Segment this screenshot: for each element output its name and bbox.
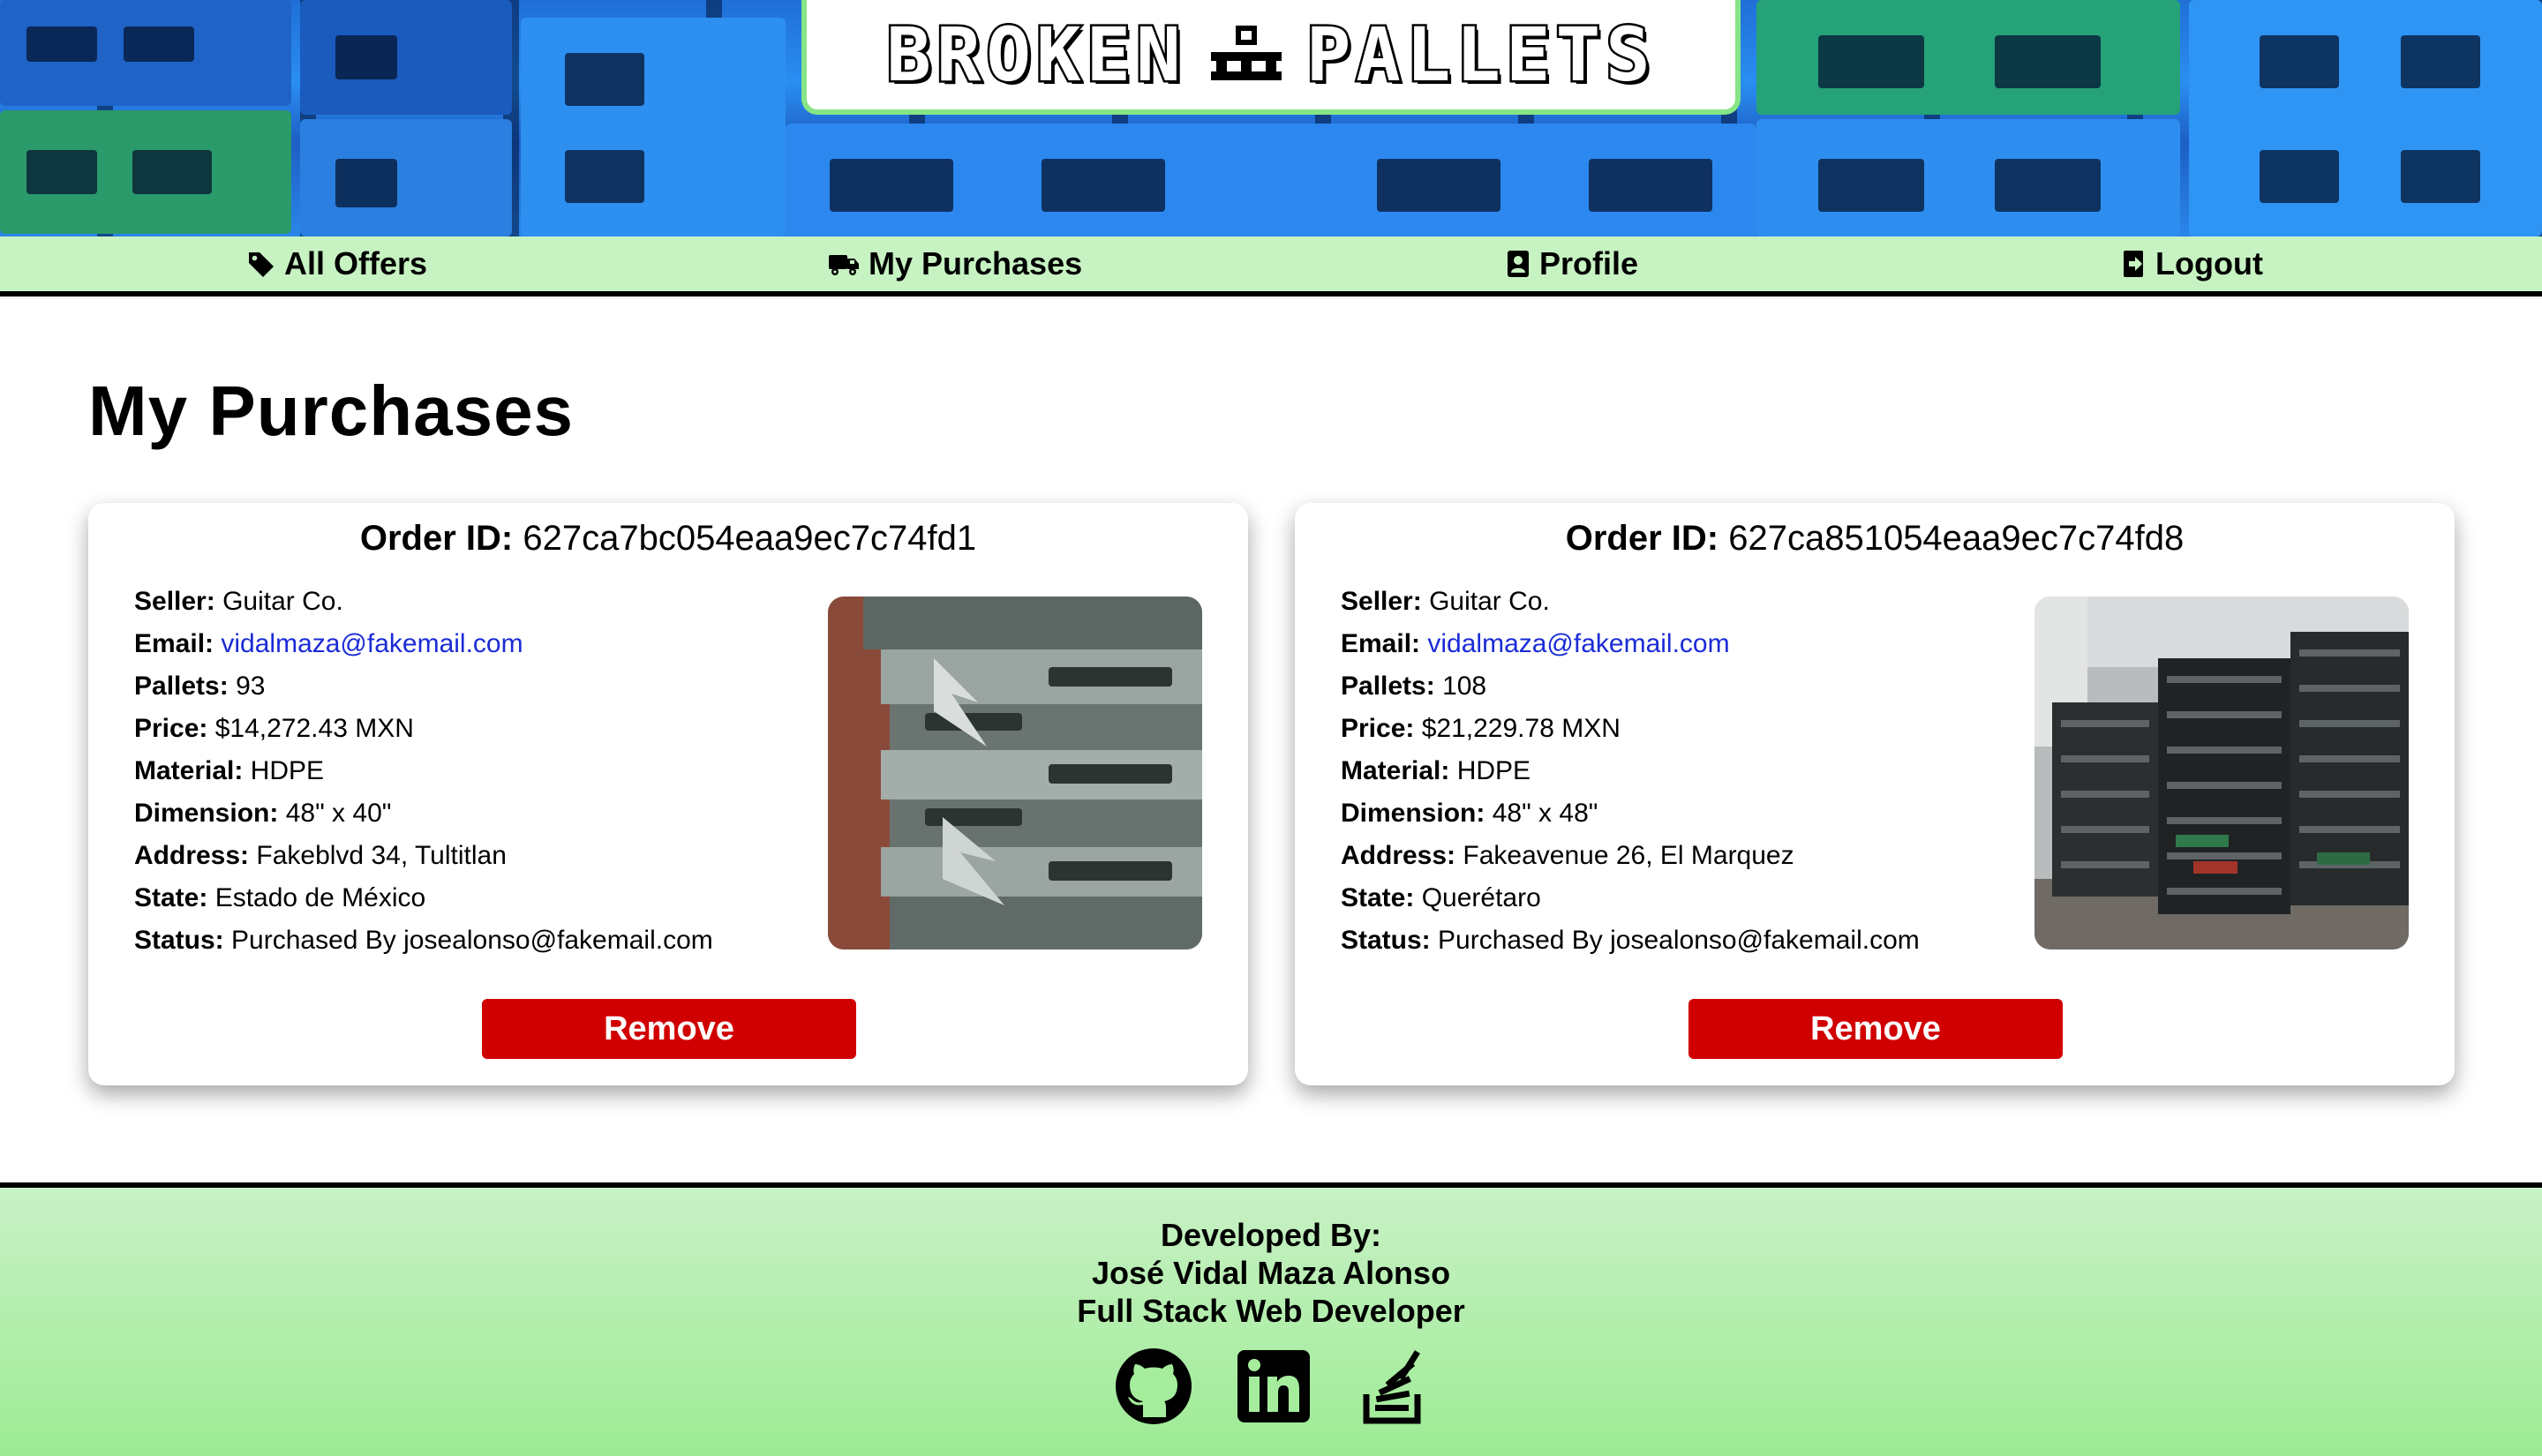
page-title: My Purchases	[88, 372, 575, 450]
status-label: Status:	[134, 926, 224, 955]
address-label: Address:	[1341, 841, 1456, 870]
stackoverflow-icon[interactable]	[1354, 1347, 1433, 1426]
material-value: HDPE	[1456, 756, 1531, 785]
address-value: Fakeblvd 34, Tultitlan	[256, 841, 507, 870]
material-label: Material:	[1341, 756, 1450, 785]
github-icon[interactable]	[1114, 1347, 1193, 1426]
seller-email-link[interactable]: vidalmaza@fakemail.com	[221, 629, 523, 658]
state-label: State:	[1341, 883, 1415, 912]
price-value: $21,229.78 MXN	[1421, 714, 1621, 743]
linkedin-icon[interactable]	[1234, 1347, 1313, 1426]
price-label: Price:	[134, 714, 208, 743]
address-row: Address: Fakeblvd 34, Tultitlan	[134, 835, 713, 877]
nav-label-logout: Logout	[2155, 245, 2263, 281]
site-footer: Developed By: José Vidal Maza Alonso Ful…	[0, 1182, 2542, 1456]
material-value: HDPE	[250, 756, 325, 785]
brand-word-left: BROKEN	[884, 10, 1186, 101]
nav-label-all-offers: All Offers	[284, 245, 428, 281]
pallets-value: 108	[1442, 672, 1487, 701]
dimension-row: Dimension: 48" x 40"	[134, 792, 713, 835]
email-row: Email: vidalmaza@fakemail.com	[1341, 623, 1920, 665]
pallets-label: Pallets:	[1341, 672, 1435, 701]
nav-label-profile: Profile	[1539, 245, 1639, 281]
address-row: Address: Fakeavenue 26, El Marquez	[1341, 835, 1920, 877]
order-details: Seller: Guitar Co. Email: vidalmaza@fake…	[134, 581, 713, 962]
state-value: Estado de México	[214, 883, 426, 912]
logout-icon	[2124, 251, 2143, 277]
nav-item-my-purchases[interactable]: My Purchases	[828, 236, 1082, 291]
email-label: Email:	[134, 629, 214, 658]
pallets-label: Pallets:	[134, 672, 229, 701]
order-id-value: 627ca7bc054eaa9ec7c74fd1	[523, 519, 977, 558]
address-label: Address:	[134, 841, 250, 870]
order-id-label: Order ID:	[359, 519, 514, 558]
price-row: Price: $14,272.43 MXN	[134, 708, 713, 750]
order-id-value: 627ca851054eaa9ec7c74fd8	[1728, 519, 2185, 558]
tag-icon	[249, 252, 274, 277]
dimension-row: Dimension: 48" x 48"	[1341, 792, 1920, 835]
remove-button[interactable]: Remove	[1688, 999, 2063, 1059]
dimension-value: 48" x 40"	[285, 799, 392, 828]
hero-banner: BROKEN PALLETS	[0, 0, 2542, 236]
pallets-value: 93	[236, 672, 266, 701]
email-row: Email: vidalmaza@fakemail.com	[134, 623, 713, 665]
brand-word-right: PALLETS	[1304, 10, 1656, 101]
main-navbar: All Offers My Purchases Profile Logout	[0, 236, 2542, 296]
status-value: Purchased By josealonso@fakemail.com	[1438, 926, 1920, 955]
email-label: Email:	[1341, 629, 1421, 658]
seller-label: Seller:	[134, 587, 215, 616]
seller-row: Seller: Guitar Co.	[134, 581, 713, 623]
material-label: Material:	[134, 756, 244, 785]
developed-by-label: Developed By:	[1160, 1217, 1382, 1253]
social-links	[1114, 1347, 1433, 1426]
dimension-label: Dimension:	[1341, 799, 1485, 828]
seller-value: Guitar Co.	[222, 587, 343, 616]
purchase-card: Order ID: 627ca851054eaa9ec7c74fd8 Selle…	[1295, 503, 2455, 1085]
address-value: Fakeavenue 26, El Marquez	[1463, 841, 1794, 870]
order-details: Seller: Guitar Co. Email: vidalmaza@fake…	[1341, 581, 1920, 962]
dimension-value: 48" x 48"	[1492, 799, 1598, 828]
seller-label: Seller:	[1341, 587, 1422, 616]
material-row: Material: HDPE	[134, 750, 713, 792]
order-id-heading: Order ID: 627ca7bc054eaa9ec7c74fd1	[88, 519, 1248, 559]
seller-row: Seller: Guitar Co.	[1341, 581, 1920, 623]
status-label: Status:	[1341, 926, 1431, 955]
state-value: Querétaro	[1421, 883, 1541, 912]
pallet-photo	[828, 597, 1202, 949]
pallets-row: Pallets: 93	[134, 665, 713, 708]
nav-item-logout[interactable]: Logout	[2122, 236, 2263, 291]
pallet-icon	[1210, 26, 1282, 80]
state-label: State:	[134, 883, 208, 912]
status-row: Status: Purchased By josealonso@fakemail…	[134, 919, 713, 962]
state-row: State: Querétaro	[1341, 877, 1920, 919]
nav-item-profile[interactable]: Profile	[1506, 236, 1638, 291]
material-row: Material: HDPE	[1341, 750, 1920, 792]
nav-label-my-purchases: My Purchases	[869, 245, 1083, 281]
state-row: State: Estado de México	[134, 877, 713, 919]
brand-logo[interactable]: BROKEN PALLETS	[801, 0, 1741, 115]
order-id-label: Order ID:	[1565, 519, 1719, 558]
remove-button[interactable]: Remove	[482, 999, 856, 1059]
pallet-photo	[2034, 597, 2409, 949]
dimension-label: Dimension:	[134, 799, 279, 828]
order-id-heading: Order ID: 627ca851054eaa9ec7c74fd8	[1295, 519, 2455, 559]
price-row: Price: $21,229.78 MXN	[1341, 708, 1920, 750]
developer-name: José Vidal Maza Alonso	[1091, 1255, 1451, 1291]
developer-role: Full Stack Web Developer	[1077, 1293, 1465, 1329]
truck-icon	[829, 255, 859, 275]
price-value: $14,272.43 MXN	[214, 714, 414, 743]
seller-value: Guitar Co.	[1429, 587, 1550, 616]
pallets-row: Pallets: 108	[1341, 665, 1920, 708]
purchase-card: Order ID: 627ca7bc054eaa9ec7c74fd1 Selle…	[88, 503, 1248, 1085]
id-badge-icon	[1508, 251, 1529, 277]
status-row: Status: Purchased By josealonso@fakemail…	[1341, 919, 1920, 962]
seller-email-link[interactable]: vidalmaza@fakemail.com	[1427, 629, 1729, 658]
status-value: Purchased By josealonso@fakemail.com	[231, 926, 713, 955]
nav-item-all-offers[interactable]: All Offers	[247, 236, 427, 291]
price-label: Price:	[1341, 714, 1415, 743]
